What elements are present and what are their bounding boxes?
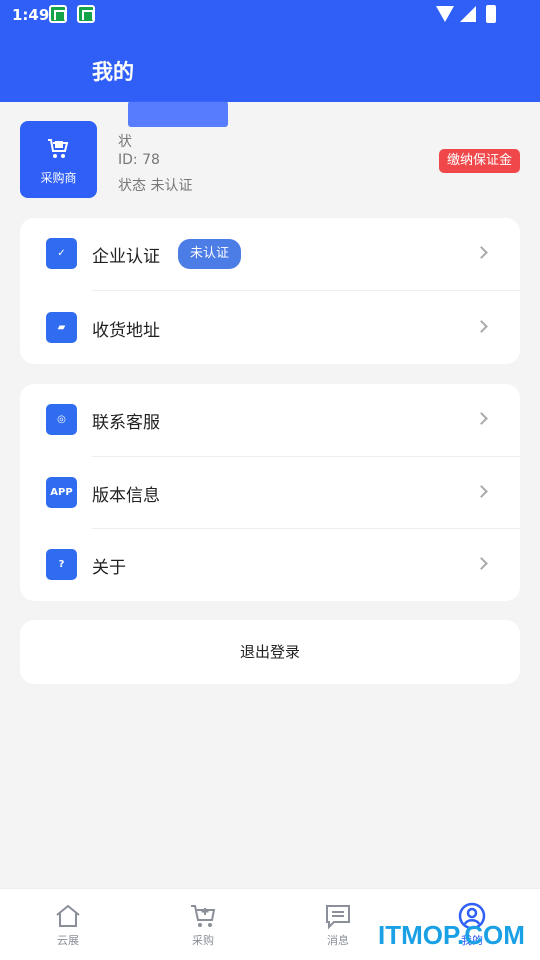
shopping-cart-icon — [48, 139, 69, 158]
tab-messages[interactable]: 消息 — [288, 889, 388, 960]
watermark: ITMOP.COM — [378, 920, 525, 950]
tab-label: 采购 — [192, 934, 214, 947]
app-icon: APP — [46, 477, 77, 508]
notification-home-icon — [49, 5, 67, 23]
home-icon — [56, 904, 80, 927]
status-time: 1:49 — [12, 6, 50, 24]
profile-id: ID: 78 — [118, 152, 160, 168]
status-bar: 1:49 — [0, 0, 540, 30]
tab-purchase[interactable]: 采购 — [153, 889, 253, 960]
divider — [92, 290, 520, 291]
menu-item-customer-service[interactable]: ◎ 联系客服 — [20, 384, 520, 456]
deposit-button[interactable]: 缴纳保证金 — [438, 149, 520, 173]
menu-item-shipping-address[interactable]: ▰ 收货地址 — [20, 292, 520, 364]
chevron-right-icon — [475, 485, 488, 498]
chevron-right-icon — [475, 246, 488, 259]
headset-icon: ◎ — [46, 404, 77, 435]
header-bar: 1:49 我的 — [0, 0, 540, 102]
logout-button[interactable]: 退出登录 — [20, 620, 520, 684]
menu-item-label: 联系客服 — [92, 413, 160, 433]
role-badge[interactable]: 采购商 — [20, 121, 97, 198]
menu-item-label: 版本信息 — [92, 486, 160, 506]
profile-status: 状态 未认证 — [118, 178, 193, 194]
menu-item-about[interactable]: ? 关于 — [20, 529, 520, 601]
profile-line: 状 — [118, 134, 132, 150]
unverified-tag: 未认证 — [178, 239, 242, 269]
cart-plus-icon — [191, 905, 216, 927]
menu-item-enterprise-cert[interactable]: ✓ 企业认证 未认证 — [20, 218, 520, 290]
tab-label: 消息 — [327, 934, 349, 947]
wifi-icon — [436, 6, 454, 22]
tab-label: 云展 — [57, 934, 79, 947]
status-indicators — [436, 5, 506, 25]
chevron-right-icon — [475, 320, 488, 333]
chevron-right-icon — [475, 557, 488, 570]
menu-item-label: 收货地址 — [92, 321, 160, 341]
message-icon — [326, 905, 350, 930]
help-folder-icon: ? — [46, 549, 77, 580]
notification-home-icon — [77, 5, 95, 23]
menu-item-label: 企业认证 — [92, 247, 160, 267]
profile-name-redacted — [128, 101, 228, 127]
menu-item-version-info[interactable]: APP 版本信息 — [20, 457, 520, 529]
folder-icon: ▰ — [46, 312, 77, 343]
signal-icon — [460, 6, 476, 22]
verified-badge-icon: ✓ — [46, 238, 77, 269]
chevron-right-icon — [475, 412, 488, 425]
battery-icon — [486, 5, 496, 23]
role-label: 采购商 — [40, 171, 77, 185]
menu-card-account: ✓ 企业认证 未认证 ▰ 收货地址 — [20, 218, 520, 364]
menu-card-support: ◎ 联系客服 APP 版本信息 ? 关于 — [20, 384, 520, 601]
page-title: 我的 — [92, 60, 134, 84]
profile-section: 采购商 状 ID: 78 状态 未认证 缴纳保证金 — [20, 101, 520, 199]
tab-cloud-expo[interactable]: 云展 — [18, 889, 118, 960]
menu-item-label: 关于 — [92, 558, 126, 578]
